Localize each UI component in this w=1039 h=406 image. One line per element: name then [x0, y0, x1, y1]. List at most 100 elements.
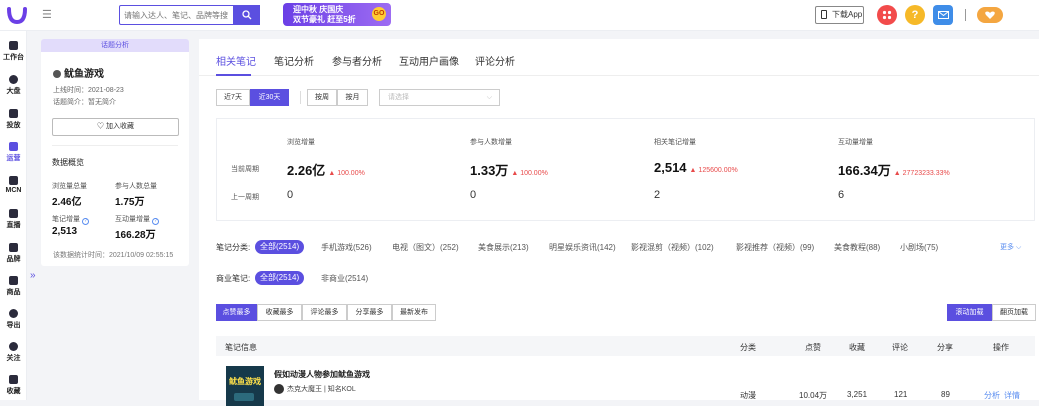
more-categories-link[interactable]: 更多 ⌵: [1000, 242, 1021, 252]
tab-comment-analysis[interactable]: 评论分析: [475, 53, 515, 68]
nav-item-favorites[interactable]: 收藏: [0, 375, 27, 405]
header-divider: [965, 9, 966, 21]
category-chip[interactable]: 影视混剪（视频）(102): [631, 242, 714, 253]
category-chip[interactable]: 美食教程(88): [834, 242, 880, 253]
heart-icon: [9, 375, 18, 384]
note-title[interactable]: 假如动漫人物参加鱿鱼游戏: [274, 369, 370, 380]
stat-value-text: 1.33万: [470, 163, 509, 178]
topic-online-time: 上线时间：2021-08-23: [53, 87, 124, 94]
author-name: 杰克大魔王: [287, 386, 322, 393]
tab-related-notes[interactable]: 相关笔记: [216, 53, 256, 68]
stat-title: 相关笔记增量: [654, 139, 696, 146]
logo-icon[interactable]: [6, 5, 28, 25]
banner-text: 迎中秋 庆国庆 双节豪礼 赶至5折: [293, 5, 356, 25]
stat-title: 参与人数增量: [470, 139, 512, 146]
promo-banner[interactable]: 迎中秋 庆国庆 双节豪礼 赶至5折 GO: [283, 3, 391, 26]
stat-previous-value: 0: [470, 189, 477, 201]
nav-item-follow[interactable]: 关注: [0, 342, 27, 372]
views-value: 2.46亿: [52, 197, 82, 208]
notes-value: 2,513: [52, 226, 78, 237]
period-7days[interactable]: 近7天: [216, 89, 250, 106]
note-likes: 10.04万: [799, 391, 828, 400]
category-chip[interactable]: 全部(2514): [255, 240, 305, 254]
group-by-month[interactable]: 按月: [337, 89, 368, 106]
nav-label: 导出: [6, 322, 21, 329]
nav-item-goods[interactable]: 商品: [0, 276, 27, 306]
page-load-button[interactable]: 翻页加载: [992, 304, 1036, 321]
table-header: 笔记信息 分类 点赞 收藏 评论 分享 操作: [216, 336, 1035, 356]
chevron-down-icon: ⌵: [486, 94, 492, 101]
nav-label: 关注: [6, 355, 21, 362]
apps-grid-icon[interactable]: [877, 5, 897, 25]
participants-label: 参与人数总量: [115, 183, 157, 190]
nav-item-placement[interactable]: 投放: [0, 109, 27, 139]
interactions-value: 166.28万: [115, 230, 156, 241]
nav-item-mcn[interactable]: MCN: [0, 176, 27, 206]
nav-item-workbench[interactable]: 工作台: [0, 41, 27, 71]
user-avatar[interactable]: [977, 7, 1003, 23]
note-author[interactable]: 杰克大魔王 | 知名KOL: [274, 384, 356, 394]
nav-label: 投放: [6, 122, 21, 129]
help-icon[interactable]: ?: [905, 5, 925, 25]
stat-current-value: 1.33万 ▲ 100.00%: [470, 160, 548, 179]
nav-item-operations[interactable]: 运营: [0, 142, 27, 172]
search-button[interactable]: [233, 5, 260, 25]
date-select[interactable]: 请选择 ⌵: [379, 89, 500, 106]
placement-icon: [9, 109, 18, 118]
tab-note-analysis[interactable]: 笔记分析: [274, 53, 314, 68]
sort-most-likes[interactable]: 点赞最多: [216, 304, 257, 321]
category-chip[interactable]: 电视（图文）(252): [392, 242, 459, 253]
analyze-link[interactable]: 分析: [984, 390, 1000, 401]
expand-sidebar-icon[interactable]: »: [30, 270, 36, 281]
category-chip[interactable]: 影视推荐（视频）(99): [736, 242, 814, 253]
stat-time: 该数据统计时间：2021/10/09 02:55:15: [53, 252, 174, 259]
stat-change: ▲ 125600.00%: [689, 167, 738, 174]
search-icon: [241, 10, 251, 20]
period-30days[interactable]: 近30天: [250, 89, 289, 106]
download-app-button[interactable]: 下载App: [815, 6, 864, 24]
sort-most-comments[interactable]: 评论最多: [302, 304, 347, 321]
topic-icon: [53, 70, 61, 78]
info-icon[interactable]: ?: [151, 218, 159, 225]
nav-item-brand[interactable]: 品牌: [0, 243, 27, 273]
note-favorites: 3,251: [847, 390, 868, 399]
column-header: 分类: [740, 343, 756, 352]
tab-participant-analysis[interactable]: 参与者分析: [332, 53, 382, 68]
overview-title: 数据概览: [52, 158, 84, 167]
commercial-chip[interactable]: 非商业(2514): [321, 273, 368, 284]
menu-toggle-icon[interactable]: ☰: [42, 9, 54, 21]
category-chip[interactable]: 美食展示(213): [478, 242, 529, 253]
sort-latest[interactable]: 最新发布: [392, 304, 436, 321]
nav-item-live[interactable]: 直播: [0, 209, 27, 239]
add-favorite-button[interactable]: ♡ 加入收藏: [52, 118, 179, 136]
group-by-week[interactable]: 按周: [307, 89, 337, 106]
sort-most-shares[interactable]: 分享最多: [347, 304, 392, 321]
column-header[interactable]: 收藏: [849, 342, 865, 353]
nav-label: 运营: [6, 155, 21, 162]
note-thumbnail[interactable]: 鱿鱼游戏: [226, 366, 264, 406]
tab-user-portrait[interactable]: 互动用户画像: [399, 53, 459, 68]
divider: [52, 145, 178, 146]
message-icon[interactable]: [933, 5, 953, 25]
category-filter-label: 笔记分类:: [216, 243, 251, 252]
category-chip[interactable]: 手机游戏(526): [321, 242, 372, 253]
category-chip[interactable]: 明星娱乐资讯(142): [549, 242, 616, 253]
author-avatar: [274, 384, 284, 394]
info-icon[interactable]: ?: [81, 218, 89, 225]
note-comments: 121: [894, 390, 908, 399]
sort-most-favorites[interactable]: 收藏最多: [257, 304, 302, 321]
stat-change-text: 125600.00%: [698, 167, 738, 174]
banner-line1: 迎中秋 庆国庆: [293, 5, 344, 14]
nav-item-market[interactable]: 大盘: [0, 75, 27, 105]
banner-go-badge: GO: [372, 7, 386, 21]
column-header[interactable]: 点赞: [805, 342, 821, 353]
column-header[interactable]: 分享: [937, 342, 953, 353]
nav-item-export[interactable]: 导出: [0, 309, 27, 339]
column-header[interactable]: 评论: [892, 342, 908, 353]
scroll-load-button[interactable]: 滚动加载: [947, 304, 992, 321]
nav-label: 品牌: [6, 256, 21, 263]
stat-previous-value: 2: [654, 189, 661, 201]
category-chip[interactable]: 小剧场(75): [900, 242, 938, 253]
detail-link[interactable]: 详情: [1004, 390, 1020, 401]
commercial-chip[interactable]: 全部(2514): [255, 271, 305, 285]
